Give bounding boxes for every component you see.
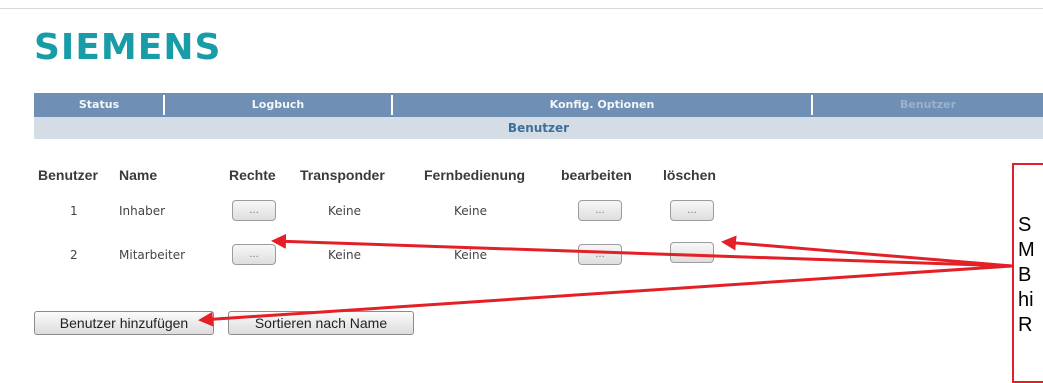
delete-button[interactable]: ... bbox=[670, 242, 714, 263]
column-header-bearbeiten: bearbeiten bbox=[561, 167, 632, 183]
add-user-button[interactable]: Benutzer hinzufügen bbox=[34, 311, 214, 335]
delete-button[interactable]: ... bbox=[670, 200, 714, 221]
nav-tab-benutzer[interactable]: Benutzer bbox=[813, 93, 1043, 117]
rights-button[interactable]: ... bbox=[232, 244, 276, 265]
arrow-to-delete-button bbox=[721, 235, 1013, 268]
transponder-value: Keine bbox=[328, 248, 361, 262]
edit-button[interactable]: ... bbox=[578, 244, 622, 265]
user-name: Mitarbeiter bbox=[119, 248, 186, 262]
rights-button[interactable]: ... bbox=[232, 200, 276, 221]
user-id: 1 bbox=[70, 204, 78, 218]
nav-tab-logbuch[interactable]: Logbuch bbox=[165, 93, 391, 117]
callout-text-line: R bbox=[1018, 314, 1033, 336]
column-header-name: Name bbox=[119, 167, 158, 183]
column-header-benutzer: Benutzer bbox=[38, 167, 98, 183]
transponder-value: Keine bbox=[328, 204, 361, 218]
edit-button[interactable]: ... bbox=[578, 200, 622, 221]
callout-text-line: S bbox=[1018, 214, 1032, 236]
nav-tab-status[interactable]: Status bbox=[34, 93, 164, 117]
section-title: Benutzer bbox=[507, 121, 570, 135]
column-header-transponder: Transponder bbox=[300, 167, 385, 183]
sort-by-name-button[interactable]: Sortieren nach Name bbox=[228, 311, 414, 335]
main-navigation: Status Logbuch Konfig. Optionen Benutzer bbox=[34, 93, 1043, 117]
callout-text-line: hi bbox=[1018, 289, 1034, 311]
column-header-loeschen: löschen bbox=[663, 167, 716, 183]
siemens-logo: SIEMENS bbox=[34, 27, 222, 68]
annotation-callout: S M B hi R bbox=[1012, 163, 1043, 383]
callout-text-line: B bbox=[1018, 264, 1032, 286]
remote-value: Keine bbox=[454, 248, 487, 262]
arrow-to-rights-button bbox=[271, 233, 1013, 268]
nav-tab-konfig-optionen[interactable]: Konfig. Optionen bbox=[393, 93, 811, 117]
section-header-bar: Benutzer bbox=[34, 117, 1043, 139]
remote-value: Keine bbox=[454, 204, 487, 218]
column-header-rechte: Rechte bbox=[229, 167, 276, 183]
top-divider bbox=[0, 8, 1043, 9]
user-name: Inhaber bbox=[119, 204, 166, 218]
column-header-fernbedienung: Fernbedienung bbox=[424, 167, 526, 183]
callout-text-line: M bbox=[1018, 239, 1035, 261]
user-id: 2 bbox=[70, 248, 78, 262]
